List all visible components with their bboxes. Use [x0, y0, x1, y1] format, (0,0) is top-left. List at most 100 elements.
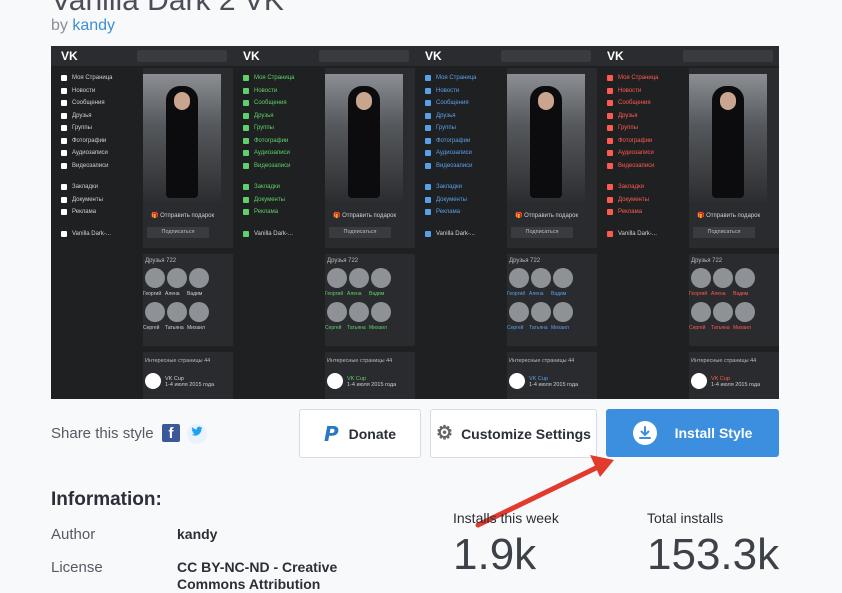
gift-label: 🎁 Отправить подарок: [151, 213, 215, 219]
preview-menu-item: Новости: [243, 85, 295, 98]
preview-menu-item: Видеозаписи: [607, 160, 659, 173]
preview-menu-item: Vanilla Dark-...: [61, 228, 113, 241]
preview-menu-item: Vanilla Dark-...: [425, 228, 477, 241]
preview-search: [683, 50, 773, 62]
friend-name: Георгий: [689, 291, 708, 297]
gear-icon: ⚙: [436, 423, 454, 444]
gift-label: 🎁 Отправить подарок: [697, 213, 761, 219]
friends-label: Друзья 722: [691, 258, 723, 264]
preview-menu-item: Группы: [243, 122, 295, 135]
preview-menu-item: Закладки: [61, 181, 113, 194]
preview-menu-item: Документы: [607, 194, 659, 207]
information-heading: Information:: [51, 489, 162, 510]
vk-cup-avatar: [691, 373, 707, 389]
friend-name: Вадим: [551, 291, 567, 297]
friend-name: Татьяна: [165, 325, 184, 331]
friend-name: Вадим: [187, 291, 203, 297]
friend-name: Алена: [529, 291, 544, 297]
friends-label: Друзья 722: [145, 258, 177, 264]
donate-button[interactable]: P Donate: [299, 409, 421, 458]
friend-avatar: [509, 302, 529, 322]
preview-menu-item: Аудиозаписи: [61, 147, 113, 160]
preview-menu-item: Сообщения: [425, 97, 477, 110]
preview-menu-item: Моя Страница: [425, 72, 477, 85]
friend-name: Алена: [165, 291, 180, 297]
vk-cup-name: VK Cup 1-4 июля 2015 года: [165, 376, 215, 388]
preview-menu-item: Документы: [61, 194, 113, 207]
preview-menu: Моя Страница Новости Сообщения Друзья Группы…: [607, 72, 659, 240]
author-link[interactable]: kandy: [72, 17, 115, 34]
preview-menu-item: Аудиозаписи: [607, 147, 659, 160]
preview-menu-item: Группы: [61, 122, 113, 135]
preview-menu-item: Моя Страница: [607, 72, 659, 85]
vk-cup-name: VK Cup 1-4 июля 2015 года: [529, 376, 579, 388]
friend-name: Алена: [347, 291, 362, 297]
subscribe-label: Подписаться: [329, 227, 391, 238]
preview-menu-item: Сообщения: [243, 97, 295, 110]
friend-name: Татьяна: [347, 325, 366, 331]
friend-avatar: [167, 268, 187, 288]
preview-menu: Моя Страница Новости Сообщения Друзья Группы…: [243, 72, 295, 240]
subscribe-label: Подписаться: [147, 227, 209, 238]
friend-name: Вадим: [733, 291, 749, 297]
friend-avatar: [553, 268, 573, 288]
vk-logo: VK: [607, 49, 624, 63]
preview-menu-item: Фотографии: [607, 135, 659, 148]
preview-menu-item: Друзья: [61, 110, 113, 123]
friend-name: Георгий: [325, 291, 344, 297]
vk-cup-name: VK Cup 1-4 июля 2015 года: [711, 376, 761, 388]
friend-name: Татьяна: [529, 325, 548, 331]
preview-menu-item: Реклама: [425, 206, 477, 219]
friend-avatar: [167, 302, 187, 322]
preview-menu-item: Закладки: [243, 181, 295, 194]
friend-avatar: [145, 268, 165, 288]
install-label: Install Style: [674, 425, 753, 441]
preview-search: [137, 50, 227, 62]
preview-menu-item: Фотографии: [61, 135, 113, 148]
preview-menu-item: Новости: [425, 85, 477, 98]
preview-search: [501, 50, 591, 62]
vk-cup-avatar: [327, 373, 343, 389]
preview-menu-item: Реклама: [61, 206, 113, 219]
friend-avatar: [327, 268, 347, 288]
friend-avatar: [349, 302, 369, 322]
vk-logo: VK: [425, 49, 442, 63]
friend-avatar: [531, 302, 551, 322]
preview-menu: Моя Страница Новости Сообщения Друзья Группы…: [61, 72, 113, 240]
preview-menu-item: Новости: [607, 85, 659, 98]
vk-cup-avatar: [145, 373, 161, 389]
author-value: kandy: [177, 526, 218, 542]
friend-avatar: [189, 268, 209, 288]
friend-avatar: [509, 268, 529, 288]
gift-label: 🎁 Отправить подарок: [515, 213, 579, 219]
friend-avatar: [553, 302, 573, 322]
friend-avatar: [371, 302, 391, 322]
customize-settings-button[interactable]: ⚙ Customize Settings: [430, 409, 597, 458]
pages-label: Интересные страницы 44: [145, 358, 211, 364]
donate-label: Donate: [348, 425, 397, 442]
preview-menu-item: Документы: [425, 194, 477, 207]
friend-name: Сергей: [689, 325, 706, 331]
subscribe-label: Подписаться: [693, 227, 755, 238]
vk-logo: VK: [61, 49, 78, 63]
friend-name: Михаил: [187, 325, 205, 331]
friend-avatar: [735, 268, 755, 288]
install-style-button[interactable]: Install Style: [606, 409, 779, 457]
friends-label: Друзья 722: [509, 258, 541, 264]
preview-menu-item: Документы: [243, 194, 295, 207]
friend-avatar: [531, 268, 551, 288]
customize-label: Customize Settings: [461, 425, 591, 442]
installs-week-label: Installs this week: [453, 510, 559, 526]
twitter-icon[interactable]: [187, 424, 207, 444]
preview-menu: Моя Страница Новости Сообщения Друзья Группы…: [425, 72, 477, 240]
preview-menu-item: Фотографии: [425, 135, 477, 148]
friend-name: Татьяна: [711, 325, 730, 331]
preview-menu-item: Закладки: [607, 181, 659, 194]
friend-name: Сергей: [143, 325, 160, 331]
friend-name: Вадим: [369, 291, 385, 297]
friend-avatar: [145, 302, 165, 322]
preview-menu-item: Видеозаписи: [243, 160, 295, 173]
preview-menu-item: Vanilla Dark-...: [243, 228, 295, 241]
facebook-icon[interactable]: f: [162, 424, 180, 442]
friend-name: Михаил: [733, 325, 751, 331]
